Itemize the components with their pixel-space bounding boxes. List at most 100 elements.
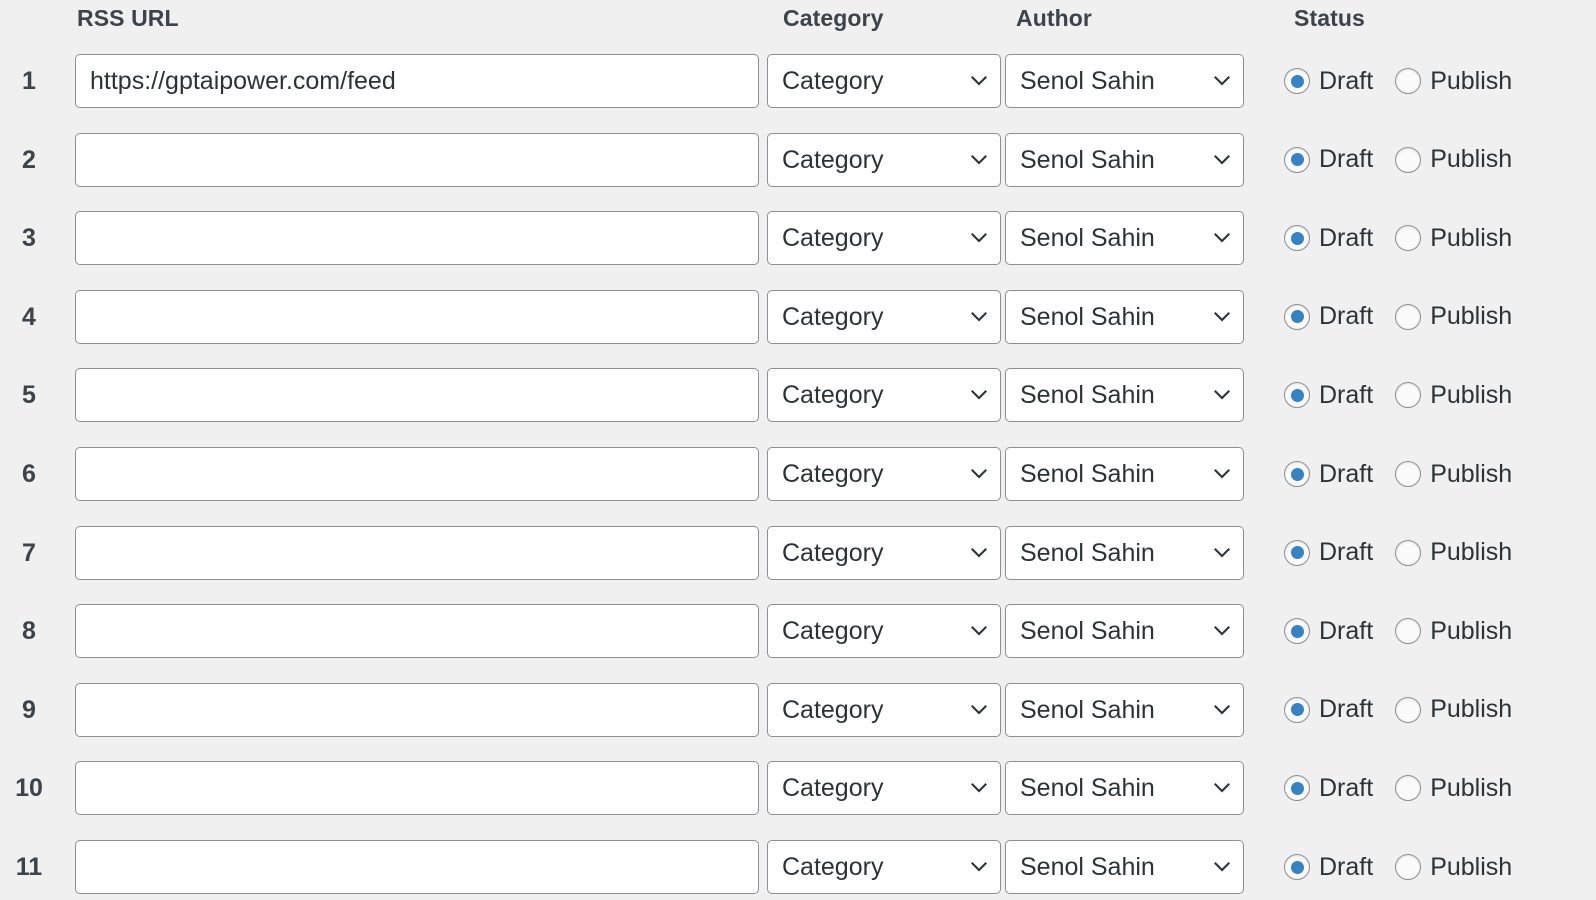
author-select[interactable]: Senol Sahin — [1005, 132, 1244, 187]
category-select[interactable]: Category — [767, 211, 1001, 266]
category-select[interactable]: Category — [767, 54, 1001, 108]
row-number: 9 — [22, 695, 36, 724]
radio-draft-icon[interactable] — [1284, 461, 1310, 487]
radio-draft-icon[interactable] — [1284, 303, 1310, 330]
status-option-publish[interactable]: Publish — [1395, 381, 1512, 410]
rss-url-input[interactable] — [75, 447, 759, 501]
status-option-publish-label: Publish — [1430, 223, 1513, 252]
status-option-publish[interactable]: Publish — [1395, 67, 1512, 96]
rss-url-input[interactable] — [75, 368, 759, 423]
category-select[interactable]: Category — [767, 840, 1001, 894]
radio-draft-icon[interactable] — [1284, 225, 1310, 252]
category-select-label: Category — [782, 460, 884, 488]
radio-publish-icon[interactable] — [1395, 68, 1422, 94]
table-row-2: 2 Category Senol Sahin Draft Publish — [0, 127, 1596, 193]
category-select[interactable]: Category — [767, 525, 1001, 580]
status-option-publish-label: Publish — [1430, 380, 1513, 409]
author-select-label: Senol Sahin — [1020, 617, 1155, 646]
author-select-label: Senol Sahin — [1020, 67, 1155, 95]
status-option-draft[interactable]: Draft — [1284, 538, 1373, 567]
chevron-down-icon — [1214, 154, 1230, 166]
chevron-down-icon — [971, 547, 987, 559]
radio-draft-icon[interactable] — [1284, 382, 1310, 409]
rss-url-input[interactable] — [75, 682, 759, 737]
author-select-label: Senol Sahin — [1020, 460, 1155, 488]
radio-publish-icon[interactable] — [1395, 382, 1422, 409]
status-option-publish-label: Publish — [1430, 66, 1513, 95]
status-option-draft[interactable]: Draft — [1284, 774, 1373, 803]
radio-publish-icon[interactable] — [1395, 696, 1422, 723]
rss-url-input[interactable] — [75, 840, 759, 894]
author-select[interactable]: Senol Sahin — [1005, 447, 1244, 501]
author-select[interactable]: Senol Sahin — [1005, 840, 1244, 894]
status-option-draft[interactable]: Draft — [1284, 145, 1373, 174]
category-select[interactable]: Category — [767, 604, 1001, 659]
radio-publish-icon[interactable] — [1395, 775, 1422, 802]
radio-publish-icon[interactable] — [1395, 461, 1422, 487]
radio-publish-icon[interactable] — [1395, 539, 1422, 566]
category-select[interactable]: Category — [767, 761, 1001, 816]
author-select[interactable]: Senol Sahin — [1005, 604, 1244, 659]
category-select-label: Category — [782, 145, 884, 174]
radio-draft-icon[interactable] — [1284, 775, 1310, 802]
author-select[interactable]: Senol Sahin — [1005, 289, 1244, 344]
radio-draft-icon[interactable] — [1284, 539, 1310, 566]
rss-url-input[interactable] — [75, 54, 759, 108]
rss-url-input[interactable] — [75, 761, 759, 816]
author-select[interactable]: Senol Sahin — [1005, 525, 1244, 580]
rss-url-input[interactable] — [75, 132, 759, 187]
chevron-down-icon — [1214, 468, 1230, 480]
rss-url-input[interactable] — [75, 525, 759, 580]
category-select-label: Category — [782, 774, 884, 803]
status-option-draft[interactable]: Draft — [1284, 460, 1373, 489]
status-radio-group: Draft Publish — [1284, 211, 1512, 265]
category-select[interactable]: Category — [767, 682, 1001, 737]
status-option-publish[interactable]: Publish — [1395, 460, 1512, 489]
table-row-11: 11 Category Senol Sahin Draft Publish — [0, 834, 1596, 900]
chevron-down-icon — [1214, 389, 1230, 401]
radio-draft-icon[interactable] — [1284, 68, 1310, 94]
radio-publish-icon[interactable] — [1395, 303, 1422, 330]
status-option-publish[interactable]: Publish — [1395, 538, 1512, 567]
radio-publish-icon[interactable] — [1395, 225, 1422, 252]
status-option-draft[interactable]: Draft — [1284, 853, 1373, 882]
status-option-draft[interactable]: Draft — [1284, 67, 1373, 96]
author-select[interactable]: Senol Sahin — [1005, 682, 1244, 737]
status-option-publish[interactable]: Publish — [1395, 145, 1512, 174]
status-option-draft[interactable]: Draft — [1284, 302, 1373, 331]
author-select[interactable]: Senol Sahin — [1005, 211, 1244, 266]
radio-publish-icon[interactable] — [1395, 146, 1422, 173]
radio-draft-icon[interactable] — [1284, 146, 1310, 173]
status-option-publish[interactable]: Publish — [1395, 695, 1512, 724]
author-select[interactable]: Senol Sahin — [1005, 761, 1244, 816]
category-select[interactable]: Category — [767, 368, 1001, 423]
status-option-publish[interactable]: Publish — [1395, 774, 1512, 803]
status-option-draft[interactable]: Draft — [1284, 224, 1373, 253]
status-option-publish[interactable]: Publish — [1395, 302, 1512, 331]
status-option-publish-label: Publish — [1430, 538, 1513, 567]
status-option-draft[interactable]: Draft — [1284, 695, 1373, 724]
author-select[interactable]: Senol Sahin — [1005, 368, 1244, 423]
author-select-label: Senol Sahin — [1020, 381, 1155, 410]
author-select[interactable]: Senol Sahin — [1005, 54, 1244, 108]
rss-url-input[interactable] — [75, 604, 759, 659]
status-option-draft-label: Draft — [1319, 302, 1374, 331]
radio-draft-icon[interactable] — [1284, 618, 1310, 645]
status-option-draft[interactable]: Draft — [1284, 381, 1373, 410]
status-option-publish[interactable]: Publish — [1395, 853, 1512, 882]
rss-bulk-import-table: RSS URL Category Author Status 1 Categor… — [0, 0, 1596, 894]
status-option-draft-label: Draft — [1319, 145, 1374, 174]
category-select[interactable]: Category — [767, 447, 1001, 501]
radio-draft-icon[interactable] — [1284, 696, 1310, 723]
column-header-author: Author — [1016, 5, 1092, 31]
status-option-publish[interactable]: Publish — [1395, 617, 1512, 646]
table-header-row: RSS URL Category Author Status — [0, 0, 1596, 48]
category-select[interactable]: Category — [767, 132, 1001, 187]
rss-url-input[interactable] — [75, 211, 759, 266]
status-option-publish[interactable]: Publish — [1395, 224, 1512, 253]
status-option-draft[interactable]: Draft — [1284, 617, 1373, 646]
category-select[interactable]: Category — [767, 289, 1001, 344]
chevron-down-icon — [971, 861, 987, 873]
rss-url-input[interactable] — [75, 289, 759, 344]
radio-publish-icon[interactable] — [1395, 618, 1422, 645]
